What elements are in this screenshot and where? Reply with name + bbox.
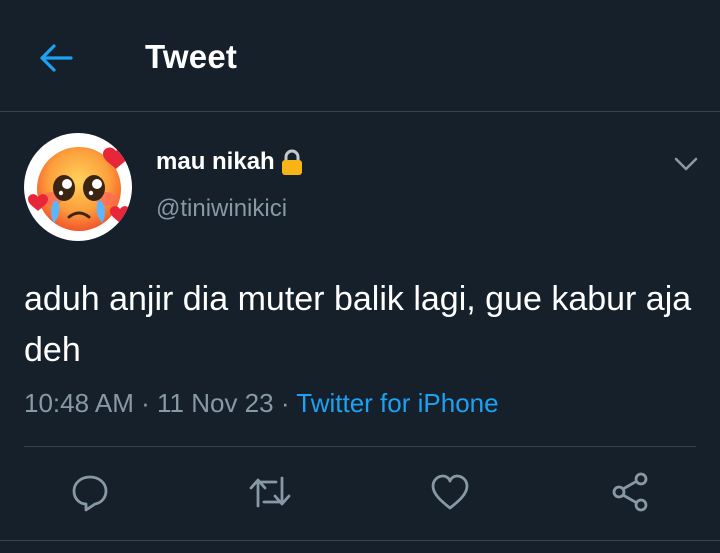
tweet-time: 10:48 AM	[24, 388, 134, 418]
avatar[interactable]	[24, 133, 132, 241]
reply-icon	[72, 475, 108, 512]
lock-icon	[281, 149, 302, 175]
user-handle[interactable]: @tiniwinikici	[156, 195, 287, 223]
back-button[interactable]	[32, 36, 80, 80]
retweet-icon	[249, 476, 291, 508]
more-options-button[interactable]	[668, 148, 704, 180]
reply-button[interactable]	[66, 468, 114, 516]
tweet-date: 11 Nov 23	[157, 388, 274, 418]
divider	[0, 540, 720, 541]
tweet-text: aduh anjir dia muter balik lagi, gue kab…	[24, 280, 692, 369]
tweet-source-link[interactable]: Twitter for iPhone	[296, 388, 498, 418]
retweet-button[interactable]	[246, 468, 294, 516]
chevron-down-icon	[674, 157, 698, 171]
display-name-text: mau nikah	[156, 148, 275, 175]
meta-separator: ·	[141, 388, 150, 418]
tweet-meta: 10:48 AM · 11 Nov 23 · Twitter for iPhon…	[24, 388, 499, 419]
header-bar: Tweet	[0, 0, 720, 112]
display-name[interactable]: mau nikah	[156, 148, 305, 176]
pleading-face-icon	[28, 147, 130, 231]
share-icon	[612, 472, 648, 512]
tweet-actions-bar	[0, 446, 720, 538]
page-title: Tweet	[145, 38, 238, 75]
heart-icon	[431, 474, 469, 510]
like-button[interactable]	[426, 468, 474, 516]
share-button[interactable]	[606, 468, 654, 516]
meta-separator: ·	[280, 388, 290, 418]
arrow-left-icon	[40, 44, 73, 72]
